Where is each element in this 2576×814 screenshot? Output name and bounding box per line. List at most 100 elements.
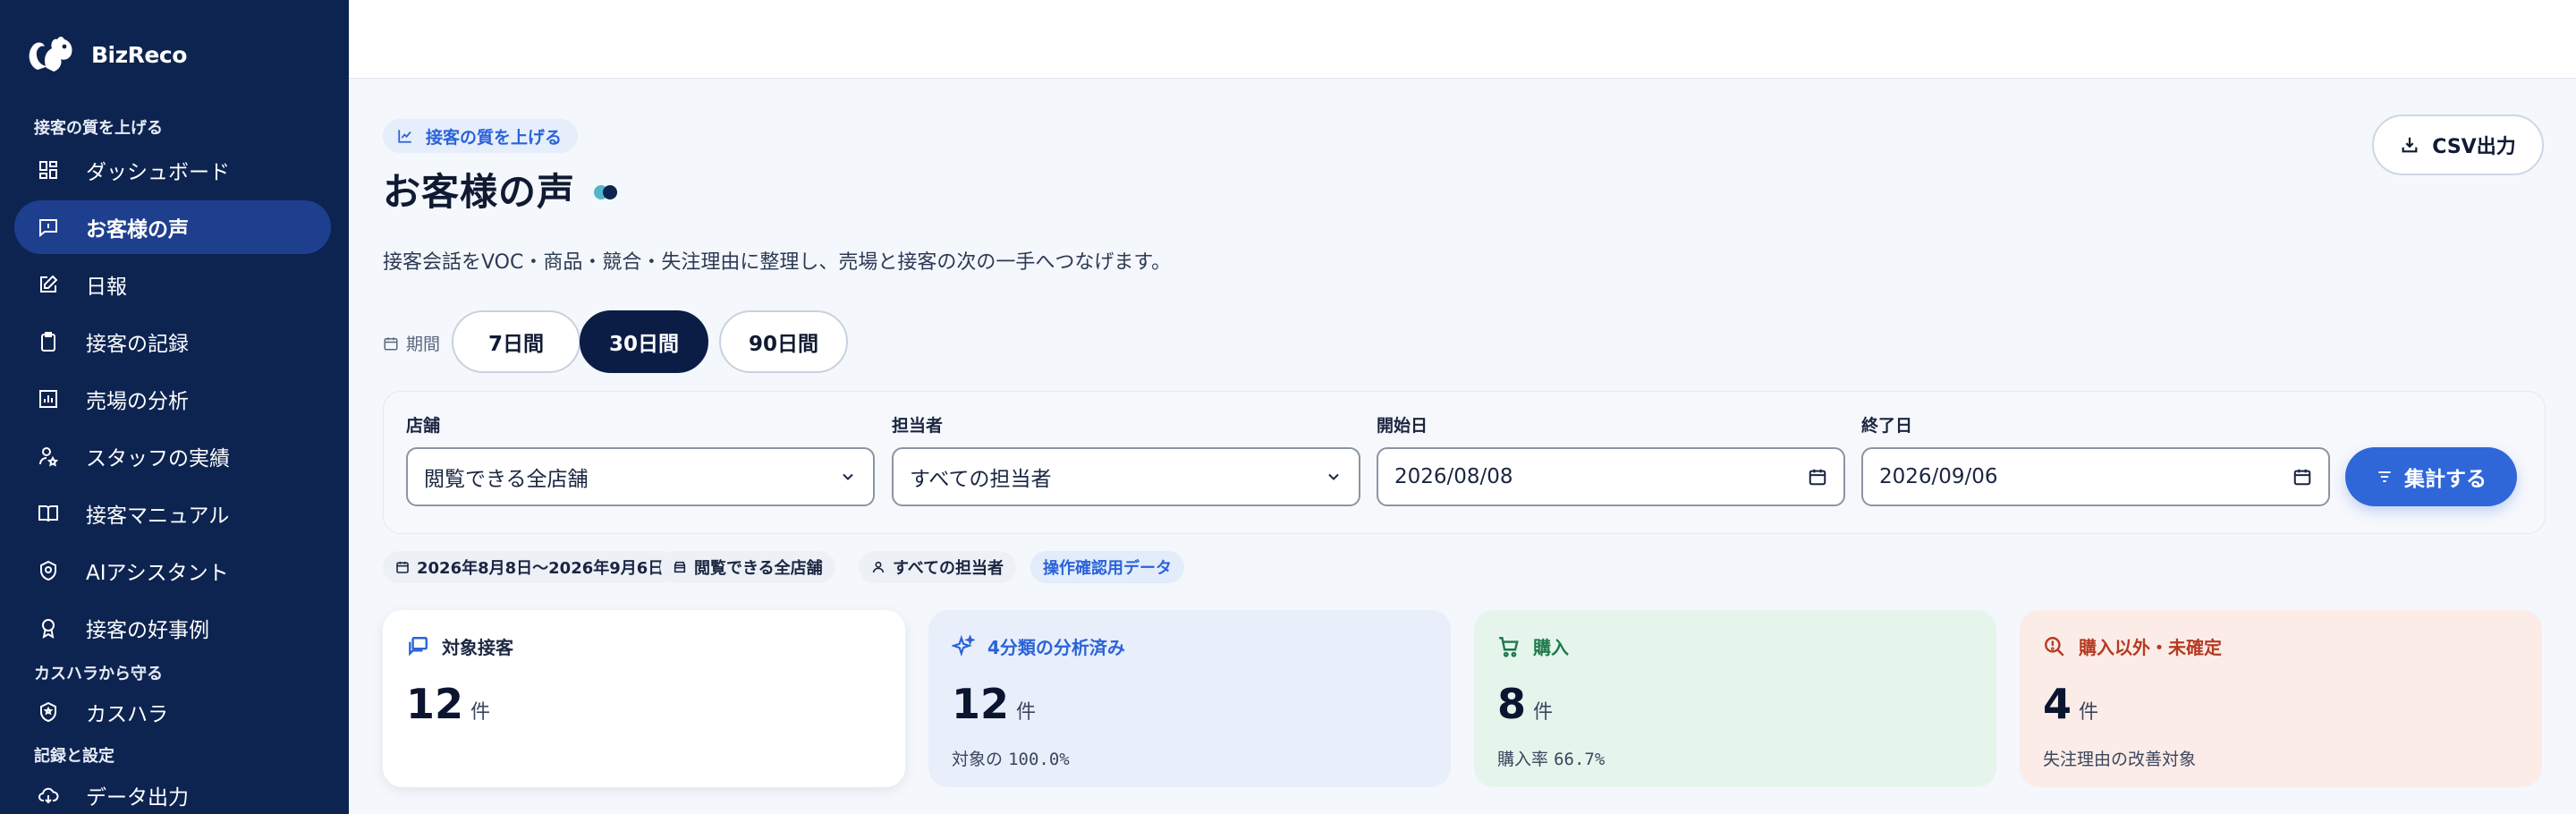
card-note-value: 100.0% (1008, 750, 1070, 769)
card-value: 12 件 (952, 680, 1036, 728)
chevron-down-icon (1328, 473, 1339, 480)
card-header: 購入以外・未確定 (2043, 633, 2222, 659)
range-tag-label: 2026年8月8日〜2026年9月6日 (417, 559, 665, 578)
brand-name: BizReco (91, 41, 187, 68)
csv-export-button[interactable]: CSV出力 (2372, 114, 2544, 175)
card-unit: 件 (2079, 701, 2099, 724)
end-date-label: 終了日 (1861, 416, 1913, 436)
book-icon (36, 501, 61, 526)
card-unit: 件 (1016, 701, 1037, 724)
sidebar-item-floor-analysis[interactable]: 売場の分析 (14, 372, 331, 426)
sidebar-item-data-export[interactable]: データ出力 (14, 768, 331, 814)
start-date-value: 2026/08/08 (1394, 465, 1513, 488)
card-unit: 件 (470, 701, 491, 724)
period-7-days-button[interactable]: 7日間 (452, 310, 580, 373)
squirrel-logo-icon (29, 37, 72, 72)
cart-icon (1499, 636, 1519, 657)
staff-tag: すべての担当者 (859, 551, 1017, 583)
sidebar-item-label: 接客マニュアル (86, 505, 230, 528)
brand-logo[interactable]: BizReco (23, 27, 187, 82)
card-not-purchased: 購入以外・未確定 4 件 失注理由の改善対象 (2020, 610, 2542, 787)
ai-assistant-icon (36, 558, 61, 583)
csv-export-label: CSV出力 (2432, 136, 2516, 158)
sidebar-item-label: お客様の声 (86, 218, 189, 242)
chat-bubbles-icon (409, 636, 428, 656)
sidebar-item-customer-voice[interactable]: お客様の声 (14, 200, 331, 254)
message-icon (36, 215, 61, 240)
card-number: 8 (1497, 680, 1527, 728)
sidebar-item-label: データ出力 (86, 786, 189, 810)
card-value: 12 件 (406, 680, 490, 728)
store-label: 店舗 (406, 416, 441, 436)
card-value: 4 件 (2043, 680, 2098, 728)
sidebar-item-ai-assistant[interactable]: AIアシスタント (14, 544, 331, 598)
card-header: 4分類の分析済み (952, 633, 1125, 659)
period-30-days-button[interactable]: 30日間 (580, 310, 708, 373)
store-tag-label: 閲覧できる全店舗 (694, 559, 823, 578)
card-title: 4分類の分析済み (987, 637, 1125, 658)
edit-icon (36, 272, 61, 297)
chevron-down-icon (843, 473, 853, 480)
card-purchased: 購入 8 件 購入率 66.7% (1474, 610, 1996, 787)
card-note-value: 66.7% (1554, 750, 1606, 769)
staff-select[interactable]: すべての担当者 (892, 447, 1360, 506)
sidebar: BizReco 接客の質を上げる ダッシュボード お客様の声 日報 接客の記録 … (0, 0, 349, 814)
calendar-icon (2293, 469, 2311, 486)
sidebar-item-label: 接客の好事例 (86, 619, 209, 642)
store-select-value: 閲覧できる全店舗 (424, 468, 589, 491)
card-header: 対象接客 (406, 633, 513, 659)
store-select[interactable]: 閲覧できる全店舗 (406, 447, 875, 506)
range-tag: 2026年8月8日〜2026年9月6日 (383, 551, 677, 583)
card-title: 購入 (1533, 637, 1569, 658)
sidebar-item-best-practices[interactable]: 接客の好事例 (14, 601, 331, 655)
demo-data-badge: 操作確認用データ (1030, 551, 1184, 583)
dashboard-icon (36, 157, 61, 182)
sidebar-item-label: 接客の記録 (86, 333, 189, 356)
card-target-services: 対象接客 12 件 (383, 610, 905, 787)
search-alert-icon (2045, 636, 2064, 657)
top-bar (349, 0, 2576, 79)
start-date-input[interactable]: 2026/08/08 (1377, 447, 1845, 506)
page-subtitle: 接客会話をVOC・商品・競合・失注理由に整理し、売場と接客の次の一手へつなげます… (383, 251, 1172, 274)
sidebar-item-label: スタッフの実績 (86, 447, 230, 471)
page-title: お客様の声 (383, 170, 576, 214)
period-label-text: 期間 (406, 335, 441, 354)
end-date-value: 2026/09/06 (1879, 465, 1998, 488)
card-note: 対象の 100.0% (952, 746, 1070, 770)
section-chip-label: 接客の質を上げる (426, 127, 563, 148)
card-number: 4 (2043, 680, 2072, 728)
card-header: 購入 (1497, 633, 1569, 659)
line-chart-icon (398, 130, 411, 143)
sidebar-item-label: 日報 (86, 276, 127, 299)
sidebar-section-protect: カスハラから守る (34, 665, 163, 683)
calendar-icon (384, 336, 398, 350)
sidebar-item-service-records[interactable]: 接客の記録 (14, 315, 331, 369)
status-dots-icon (594, 185, 617, 199)
calendar-icon (1809, 469, 1826, 486)
sidebar-item-service-manual[interactable]: 接客マニュアル (14, 487, 331, 540)
staff-select-value: すべての担当者 (910, 468, 1052, 491)
sidebar-item-customer-harassment[interactable]: カスハラ (14, 685, 331, 739)
calendar-icon (396, 562, 409, 573)
sidebar-item-staff-results[interactable]: スタッフの実績 (14, 429, 331, 483)
sparkles-icon (952, 634, 975, 657)
sidebar-item-dashboard[interactable]: ダッシュボード (14, 143, 331, 197)
card-note-prefix: 購入率 (1497, 750, 1549, 769)
card-unit: 件 (1533, 701, 1554, 724)
period-90-days-button[interactable]: 90日間 (719, 310, 848, 373)
store-icon (674, 561, 686, 573)
end-date-input[interactable]: 2026/09/06 (1861, 447, 2330, 506)
aggregate-button[interactable]: 集計する (2345, 447, 2517, 506)
download-icon (2402, 137, 2418, 153)
card-analyzed: 4分類の分析済み 12 件 対象の 100.0% (928, 610, 1451, 787)
main-content: 接客の質を上げる お客様の声 接客会話をVOC・商品・競合・失注理由に整理し、売… (349, 80, 2576, 814)
award-icon (36, 615, 61, 640)
section-chip: 接客の質を上げる (383, 119, 579, 153)
card-value: 8 件 (1497, 680, 1553, 728)
card-number: 12 (406, 680, 464, 728)
start-date-label: 開始日 (1377, 416, 1428, 436)
sidebar-item-label: ダッシュボード (86, 161, 230, 184)
sidebar-item-daily-report[interactable]: 日報 (14, 258, 331, 311)
store-tag: 閲覧できる全店舗 (660, 551, 835, 583)
staff-label: 担当者 (892, 416, 944, 436)
